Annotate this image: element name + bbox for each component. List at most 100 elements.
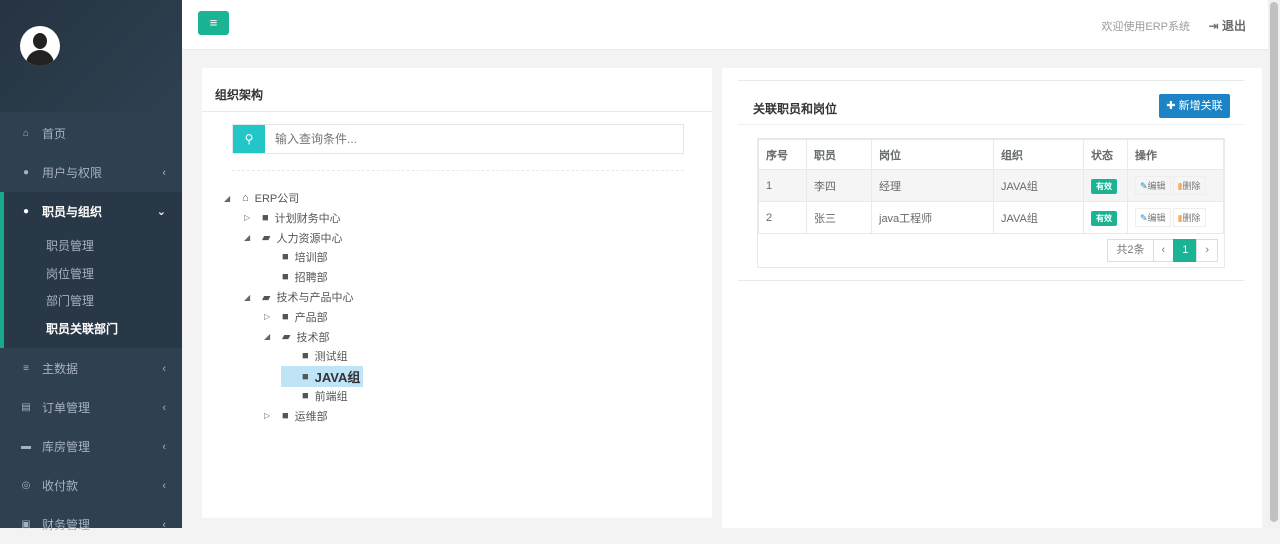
table-row: 2 张三 java工程师 JAVA组 有效 ✎编辑 ▮删除: [758, 201, 1224, 234]
page-scrollbar[interactable]: [1268, 0, 1280, 528]
scrollbar-thumb[interactable]: [1270, 2, 1278, 522]
search-button[interactable]: ⚲: [233, 125, 265, 153]
org-search: ⚲ 输入查询条件...: [232, 124, 684, 154]
cell-actions: ✎编辑 ▮删除: [1127, 201, 1224, 234]
edit-button[interactable]: ✎编辑: [1135, 176, 1171, 195]
edit-icon: ✎: [1140, 181, 1148, 191]
expand-icon[interactable]: ▷: [244, 213, 262, 222]
org-panel: 组织架构 ⚲ 输入查询条件... ◢ ⌂ ERP公司 ▷ ■ 计划财务中心 ◢ ▰ 人力资源中心…: [202, 68, 712, 518]
sidebar-item-label: 收付款: [42, 479, 79, 493]
tree-node[interactable]: ◢ ⌂ ERP公司: [224, 190, 299, 206]
edit-label: 编辑: [1147, 181, 1166, 191]
tree-node-label: 技术部: [296, 331, 330, 344]
sidebar-item-users[interactable]: ● 用户与权限 ‹: [0, 153, 182, 192]
chevron-left-icon: ‹: [162, 166, 166, 179]
sidebar-item-master-data[interactable]: ≡ 主数据 ‹: [0, 349, 182, 388]
info-icon: ●: [22, 167, 30, 178]
sidebar-item-orders[interactable]: ▤ 订单管理 ‹: [0, 388, 182, 427]
tree-node-label: 招聘部: [294, 272, 328, 285]
sidebar-sub-post[interactable]: 岗位管理: [46, 265, 94, 282]
sign-out-icon: ⇥: [1208, 19, 1222, 33]
page-1-button[interactable]: 1: [1173, 239, 1198, 262]
col-status: 状态: [1083, 139, 1128, 170]
col-staff: 职员: [806, 139, 872, 170]
sidebar-item-label: 主数据: [42, 362, 79, 376]
sidebar-sub-dept[interactable]: 部门管理: [46, 292, 94, 309]
tree-node[interactable]: ■ JAVA组: [281, 366, 364, 388]
chevron-left-icon: ‹: [162, 518, 166, 531]
cell-staff: 张三: [806, 201, 872, 234]
folder-icon: ■: [282, 251, 289, 264]
tree-node[interactable]: ■ 招聘部: [264, 269, 328, 285]
user-circle-icon: ●: [22, 206, 30, 217]
sidebar-item-staff-org[interactable]: ● 职员与组织 ⌄: [0, 192, 182, 231]
prev-page-button[interactable]: ‹: [1152, 239, 1175, 262]
handshake-icon: ◎: [21, 480, 31, 491]
collapse-icon[interactable]: ◢: [244, 293, 262, 302]
tree-node[interactable]: ■ 培训部: [264, 249, 328, 265]
edit-button[interactable]: ✎编辑: [1135, 208, 1171, 227]
logout-link[interactable]: ⇥ 退出: [1209, 17, 1246, 34]
avatar[interactable]: [20, 26, 60, 66]
divider: [232, 170, 684, 171]
delete-button[interactable]: ▮删除: [1172, 176, 1206, 195]
tree-node[interactable]: ◢ ▰ 人力资源中心: [244, 230, 342, 246]
expand-icon[interactable]: ▷: [264, 312, 282, 321]
collapse-icon[interactable]: ◢: [244, 233, 262, 242]
menu-toggle-button[interactable]: ≡: [198, 11, 229, 35]
home-icon: ⌂: [242, 192, 249, 204]
tree-node[interactable]: ◢ ▰ 技术部: [264, 329, 329, 345]
folder-icon: ■: [282, 310, 289, 323]
tree-node[interactable]: ■ 前端组: [284, 388, 348, 404]
sidebar-item-finance[interactable]: ▣ 财务管理 ‹: [0, 505, 182, 544]
delete-button[interactable]: ▮删除: [1172, 208, 1206, 227]
bars-icon: ≡: [209, 15, 218, 30]
cell-status: 有效: [1083, 169, 1128, 202]
folder-icon: ■: [262, 211, 269, 224]
tree-node-label: 运维部: [294, 410, 328, 423]
collapse-icon[interactable]: ◢: [264, 332, 282, 341]
divider: [738, 124, 1244, 125]
col-actions: 操作: [1127, 139, 1224, 170]
col-org: 组织: [993, 139, 1084, 170]
tree-node-label: 人力资源中心: [276, 232, 343, 245]
home-icon: ⌂: [22, 128, 30, 139]
tree-node-label: 产品部: [294, 311, 328, 324]
add-assoc-button[interactable]: ✚ 新增关联: [1159, 94, 1230, 118]
plus-icon: ✚: [1166, 100, 1179, 112]
tree-node[interactable]: ◢ ▰ 技术与产品中心: [244, 289, 353, 305]
expand-icon[interactable]: ▷: [264, 411, 282, 420]
tree-node[interactable]: ▷ ■ 运维部: [264, 408, 328, 424]
welcome-text: 欢迎使用ERP系统: [1101, 21, 1190, 33]
tree-node[interactable]: ▷ ■ 产品部: [264, 309, 328, 325]
sidebar-item-warehouse[interactable]: ▬ 库房管理 ‹: [0, 427, 182, 466]
cell-post: java工程师: [871, 201, 994, 234]
divider: [738, 80, 1244, 81]
chevron-left-icon: ‹: [162, 479, 166, 492]
table-row: 1 李四 经理 JAVA组 有效 ✎编辑 ▮删除: [758, 169, 1224, 202]
next-page-button[interactable]: ›: [1196, 239, 1218, 262]
status-badge: 有效: [1091, 210, 1117, 226]
sidebar-item-payments[interactable]: ◎ 收付款 ‹: [0, 466, 182, 505]
cell-actions: ✎编辑 ▮删除: [1127, 169, 1224, 202]
folder-icon: ■: [302, 390, 309, 402]
sidebar-item-label: 财务管理: [42, 518, 91, 532]
sidebar-item-label: 首页: [42, 127, 67, 141]
search-input[interactable]: 输入查询条件...: [265, 125, 683, 153]
tree-node[interactable]: ▷ ■ 计划财务中心: [244, 210, 341, 226]
folder-icon: ■: [282, 409, 289, 422]
sidebar-item-label: 职员与组织: [42, 205, 103, 219]
folder-icon: ■: [302, 350, 309, 363]
sidebar-group-staff: ● 职员与组织 ⌄ 职员管理 岗位管理 部门管理 职员关联部门: [0, 192, 182, 348]
collapse-icon[interactable]: ◢: [224, 194, 242, 203]
sidebar-sub-staff-dept[interactable]: 职员关联部门: [46, 320, 118, 337]
tree-node[interactable]: ■ 测试组: [284, 348, 348, 364]
edit-icon: ✎: [1140, 213, 1148, 223]
divider: [738, 280, 1244, 281]
sidebar-sub-staff[interactable]: 职员管理: [46, 237, 94, 254]
top-header: ≡ 欢迎使用ERP系统 ⇥ 退出: [182, 0, 1268, 50]
chevron-left-icon: ‹: [162, 401, 166, 414]
sidebar-item-label: 订单管理: [42, 401, 91, 415]
sidebar-item-home[interactable]: ⌂ 首页: [0, 114, 182, 153]
status-badge: 有效: [1091, 178, 1117, 194]
